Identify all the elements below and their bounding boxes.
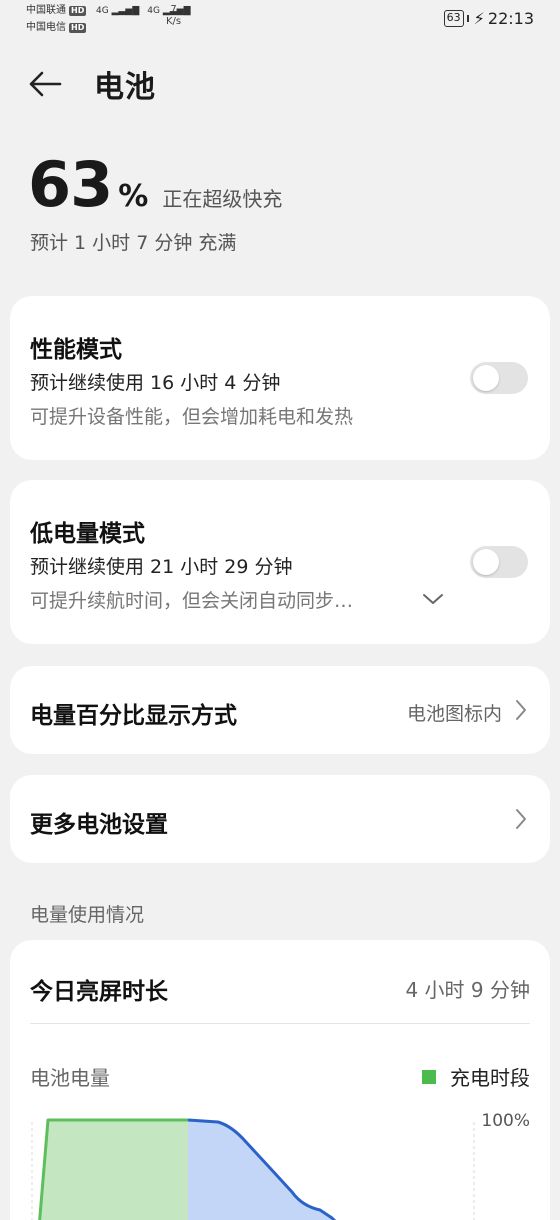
low-power-mode-toggle[interactable]: [470, 546, 528, 578]
performance-mode-estimate: 预计继续使用 16 小时 4 分钟: [30, 372, 281, 394]
screen-time-label: 今日亮屏时长: [30, 979, 168, 1005]
y-axis-top-label: 100%: [481, 1111, 530, 1131]
low-power-mode-desc: 可提升续航时间，但会关闭自动同步…: [30, 590, 354, 612]
performance-mode-card: 性能模式 预计继续使用 16 小时 4 分钟 可提升设备性能，但会增加耗电和发热: [10, 296, 550, 460]
battery-level-chart: 100%: [31, 1111, 530, 1220]
carrier-info: 中国联通 HD 中国电信 HD: [26, 2, 87, 36]
toggle-knob: [473, 549, 499, 575]
page-title: 电池: [94, 70, 156, 105]
status-right: 63 ⚡ 22:13: [443, 9, 534, 28]
carrier-1: 中国联通: [26, 5, 66, 16]
battery-percent: 63: [28, 148, 113, 221]
battery-level: 63 % 正在超级快充: [28, 148, 282, 221]
legend-swatch: [422, 1069, 436, 1084]
charging-area: [39, 1120, 188, 1220]
battery-usage-card: 今日亮屏时长 4 小时 9 分钟 电池电量 充电时段 100%: [10, 940, 550, 1220]
more-battery-settings-title: 更多电池设置: [30, 812, 168, 838]
battery-nub: [466, 15, 469, 22]
legend-label: 充电时段: [450, 1066, 530, 1090]
performance-mode-desc: 可提升设备性能，但会增加耗电和发热: [30, 406, 354, 428]
charge-estimate: 预计 1 小时 7 分钟 充满: [30, 232, 237, 254]
percent-sign: %: [118, 179, 149, 214]
usage-section-label: 电量使用情况: [30, 904, 145, 926]
hd-badge: HD: [69, 5, 87, 16]
page-header: 电池: [28, 62, 156, 106]
network-type-1: 4G: [96, 6, 109, 16]
network-speed-value: 7: [170, 4, 177, 15]
more-battery-settings-row[interactable]: 更多电池设置: [10, 775, 550, 863]
carrier-2: 中国电信: [26, 22, 66, 33]
percent-display-value: 电池图标内: [406, 703, 502, 725]
low-power-mode-card: 低电量模式 预计继续使用 21 小时 29 分钟 可提升续航时间，但会关闭自动同…: [10, 480, 550, 644]
screen-time-value: 4 小时 9 分钟: [405, 978, 530, 1002]
network-speed-unit: K/s: [166, 16, 182, 27]
battery-chart-label: 电池电量: [30, 1066, 110, 1090]
expand-chevron-icon[interactable]: [422, 592, 444, 606]
battery-status-icon: 63: [443, 10, 464, 27]
performance-mode-toggle[interactable]: [470, 362, 528, 394]
performance-mode-title: 性能模式: [30, 337, 122, 363]
chart-legend: 充电时段: [422, 1062, 530, 1091]
low-power-mode-title: 低电量模式: [30, 521, 145, 547]
hd-badge: HD: [69, 22, 87, 33]
charging-status: 正在超级快充: [162, 187, 283, 211]
network-speed: 7 K/s: [166, 4, 181, 28]
status-bar: 中国联通 HD 中国电信 HD 4G ▂▃▅▇ 4G ▂▃▅▇ 7 K/s 63 ⚡…: [0, 0, 560, 40]
percent-display-title: 电量百分比显示方式: [30, 703, 237, 729]
clock: 22:13: [487, 9, 534, 28]
chevron-right-icon: [516, 809, 526, 829]
charging-bolt-icon: ⚡: [473, 9, 485, 28]
network-type-2: 4G: [147, 6, 160, 16]
divider: [30, 1023, 530, 1024]
percent-display-row[interactable]: 电量百分比显示方式 电池图标内: [10, 666, 550, 754]
back-arrow-icon[interactable]: [28, 64, 68, 104]
discharge-area: [188, 1120, 334, 1220]
low-power-mode-estimate: 预计继续使用 21 小时 29 分钟: [30, 556, 293, 578]
chevron-right-icon: [516, 700, 526, 720]
signal-bars-icon: ▂▃▅▇: [111, 6, 140, 16]
signal-1: 4G ▂▃▅▇: [96, 6, 139, 16]
toggle-knob: [473, 365, 499, 391]
